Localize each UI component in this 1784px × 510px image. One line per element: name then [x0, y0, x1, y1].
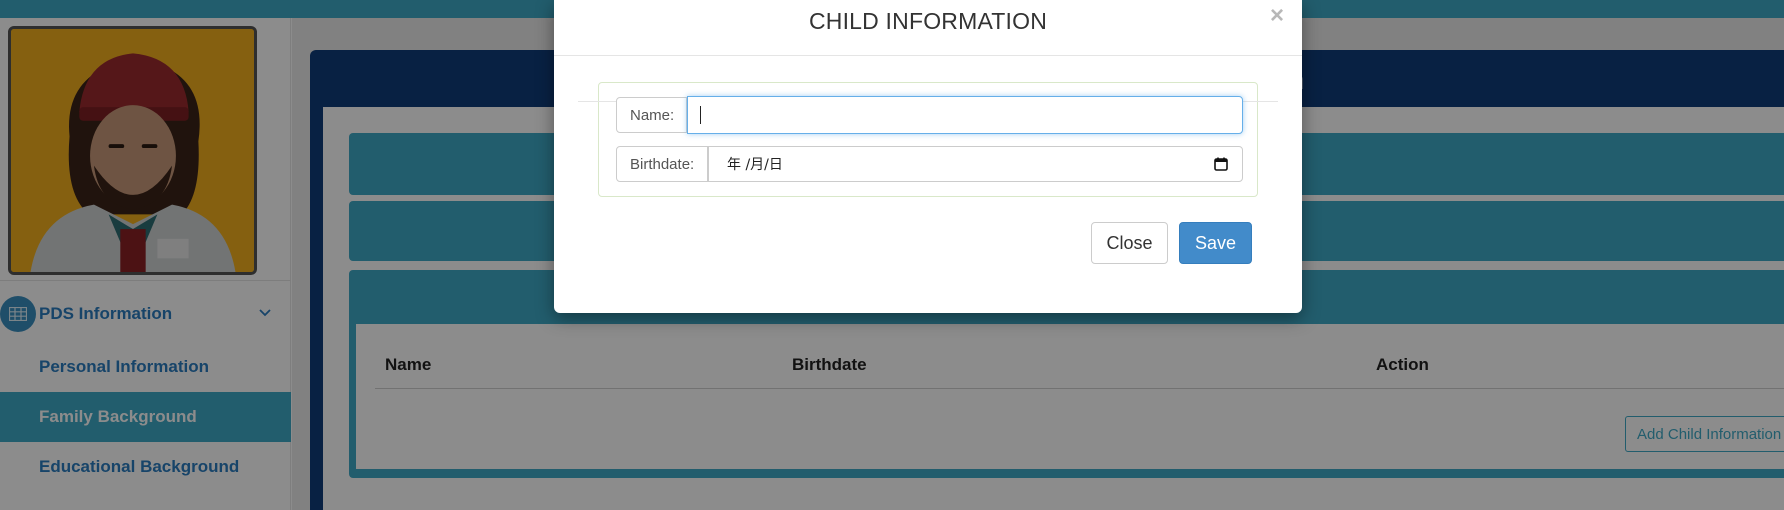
child-information-modal: CHILD INFORMATION × Name: Birthdate: 年 /… [554, 0, 1302, 313]
birthdate-input-value: 年 /月/日 [727, 157, 783, 173]
calendar-icon[interactable] [1214, 157, 1228, 175]
modal-title: CHILD INFORMATION [808, 8, 1048, 34]
name-input[interactable] [687, 96, 1243, 134]
modal-header: CHILD INFORMATION × [554, 0, 1302, 56]
name-field-label: Name: [616, 97, 687, 133]
save-button[interactable]: Save [1179, 222, 1252, 264]
birthdate-input[interactable]: 年 /月/日 [708, 146, 1243, 182]
birthdate-field-label: Birthdate: [616, 146, 708, 182]
close-button[interactable]: Close [1091, 222, 1168, 264]
text-caret [700, 106, 701, 124]
close-icon[interactable]: × [1270, 3, 1284, 29]
